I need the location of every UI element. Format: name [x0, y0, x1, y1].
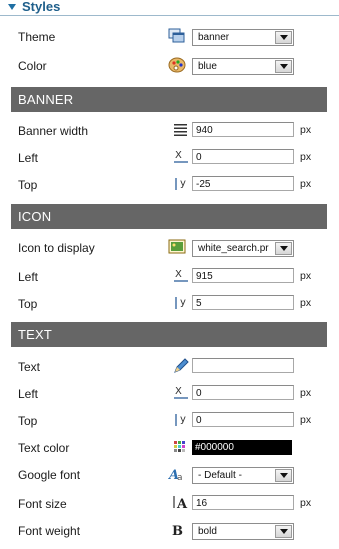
x-axis-icon: X: [174, 386, 188, 399]
svg-text:X: X: [175, 269, 182, 280]
font-size-icon: A: [173, 496, 188, 510]
banner-section-heading: BANNER: [11, 87, 327, 112]
theme-select[interactable]: banner: [192, 29, 294, 46]
text-section-heading: TEXT: [11, 322, 327, 347]
svg-text:y: y: [180, 297, 186, 308]
collapse-triangle-icon[interactable]: [8, 4, 16, 10]
text-input[interactable]: [192, 358, 294, 373]
icon-top-unit: px: [300, 297, 312, 309]
svg-text:B: B: [172, 524, 183, 538]
svg-text:A: A: [176, 497, 188, 510]
dropdown-arrow-icon[interactable]: [275, 60, 292, 73]
width-lines-icon: [174, 124, 187, 136]
icon-section-heading: ICON: [11, 204, 327, 229]
svg-text:y: y: [180, 414, 186, 425]
banner-left-input[interactable]: 0: [192, 149, 294, 164]
text-left-unit: px: [300, 387, 312, 399]
font-weight-select[interactable]: bold: [192, 523, 294, 540]
banner-left-unit: px: [300, 151, 312, 163]
text-top-label: Top: [18, 414, 38, 428]
font-icon: A a: [168, 468, 183, 482]
image-icon: [168, 239, 186, 254]
pencil-icon: [174, 358, 189, 373]
icon-left-label: Left: [18, 270, 39, 284]
icon-top-input[interactable]: 5: [192, 295, 294, 310]
text-label: Text: [18, 360, 41, 374]
banner-width-input[interactable]: 940: [192, 122, 294, 137]
dropdown-arrow-icon[interactable]: [275, 469, 292, 482]
font-size-input[interactable]: 16: [192, 495, 294, 510]
svg-text:y: y: [180, 178, 186, 189]
banner-top-label: Top: [18, 178, 38, 192]
theme-windows-icon: [168, 28, 185, 43]
svg-text:a: a: [177, 473, 183, 482]
color-label: Color: [18, 59, 47, 73]
color-select[interactable]: blue: [192, 58, 294, 75]
y-axis-icon: y: [175, 297, 186, 309]
bold-icon: B: [172, 524, 183, 538]
text-left-input[interactable]: 0: [192, 385, 294, 400]
google-font-select[interactable]: - Default -: [192, 467, 294, 484]
text-color-input[interactable]: #000000: [192, 440, 292, 455]
icon-left-unit: px: [300, 270, 312, 282]
icon-left-input[interactable]: 915: [192, 268, 294, 283]
svg-text:X: X: [175, 150, 182, 161]
x-axis-icon: X: [174, 269, 188, 282]
icon-display-select[interactable]: white_search.pr: [192, 240, 294, 257]
svg-text:X: X: [175, 386, 182, 397]
text-top-input[interactable]: 0: [192, 412, 294, 427]
font-weight-label: Font weight: [18, 524, 81, 538]
styles-panel-header[interactable]: Styles: [0, 0, 339, 16]
icon-top-label: Top: [18, 297, 38, 311]
theme-label: Theme: [18, 30, 56, 44]
banner-top-unit: px: [300, 178, 312, 190]
text-top-unit: px: [300, 414, 312, 426]
palette-icon: [168, 57, 186, 73]
banner-top-input[interactable]: -25: [192, 176, 294, 191]
dropdown-arrow-icon[interactable]: [275, 31, 292, 44]
font-size-label: Font size: [18, 497, 67, 511]
text-left-label: Left: [18, 387, 39, 401]
y-axis-icon: y: [175, 414, 186, 426]
banner-left-label: Left: [18, 151, 39, 165]
banner-width-unit: px: [300, 124, 312, 136]
dropdown-arrow-icon[interactable]: [275, 525, 292, 538]
font-size-unit: px: [300, 497, 312, 509]
x-axis-icon: X: [174, 150, 188, 163]
y-axis-icon: y: [175, 178, 186, 190]
dropdown-arrow-icon[interactable]: [275, 242, 292, 255]
banner-width-label: Banner width: [18, 124, 89, 138]
text-color-label: Text color: [18, 441, 70, 455]
icon-display-label: Icon to display: [18, 241, 95, 255]
google-font-label: Google font: [18, 468, 81, 482]
color-grid-icon: [174, 441, 185, 452]
panel-title: Styles: [22, 0, 61, 14]
